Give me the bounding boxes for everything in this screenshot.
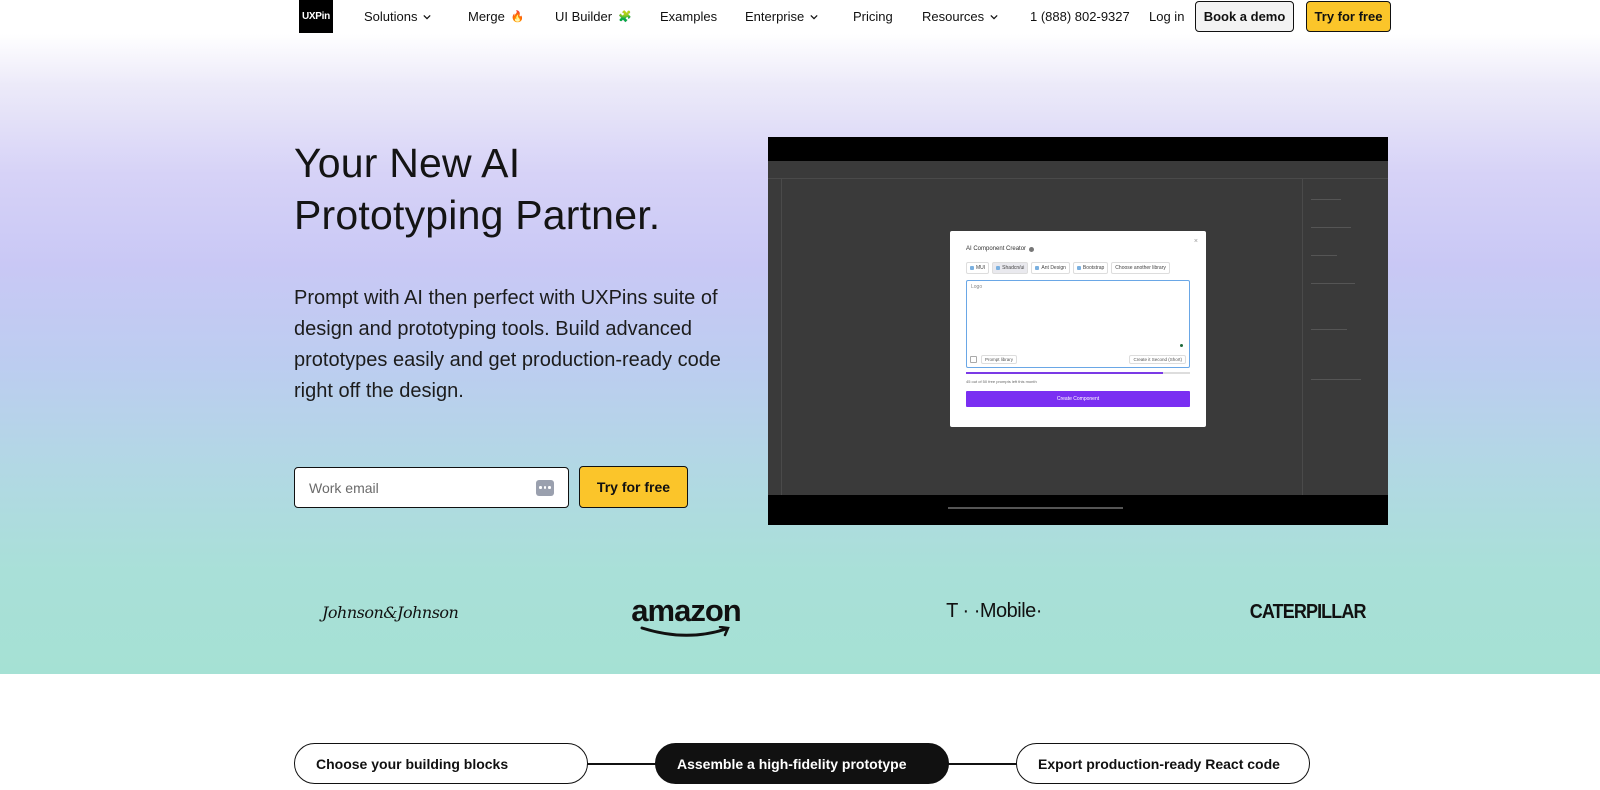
nav-pricing[interactable]: Pricing [853, 0, 893, 33]
book-demo-label: Book a demo [1203, 9, 1286, 24]
book-demo-button[interactable]: Book a demo [1195, 1, 1294, 32]
library-tab-other[interactable]: Choose another library [1111, 262, 1170, 274]
nav-ui-builder-label: UI Builder [555, 9, 613, 24]
editor-preview: × AI Component Creator MUI Shadcn/ui Ant… [768, 161, 1388, 509]
chevron-down-icon [990, 14, 998, 19]
library-tab-bootstrap[interactable]: Bootstrap [1072, 262, 1109, 274]
hero-description: Prompt with AI then perfect with UXPins … [294, 287, 721, 402]
nav-solutions[interactable]: Solutions [364, 0, 432, 33]
hero-title-line2: Prototyping Partner. [294, 192, 661, 238]
image-upload-icon[interactable] [970, 355, 977, 363]
hero-title: Your New AI Prototyping Partner. [294, 137, 754, 241]
work-email-input[interactable] [309, 479, 536, 496]
uxpin-logo[interactable]: UXPin [299, 0, 333, 33]
hero-try-free-label: Try for free [596, 479, 671, 495]
amazon-wordmark: amazon [631, 593, 741, 628]
library-tab-shadcn[interactable]: Shadcn/ui [992, 262, 1029, 274]
prompt-textarea[interactable]: Logo Prompt library Create it Second (Sh… [966, 280, 1190, 368]
library-icon [996, 266, 1001, 270]
work-email-field[interactable] [294, 467, 569, 508]
editor-right-panel [1302, 179, 1388, 495]
status-dot-icon [1180, 344, 1183, 347]
nav-merge[interactable]: Merge 🔥 [468, 0, 525, 33]
chevron-down-icon [810, 14, 818, 19]
library-tab-label: Ant Design [1041, 265, 1066, 271]
nav-resources-label: Resources [922, 9, 985, 24]
nav-phone-label: 1 (888) 802-9327 [1030, 9, 1130, 24]
chevron-down-icon [423, 14, 432, 19]
step-assemble-prototype[interactable]: Assemble a high-fidelity prototype [655, 743, 949, 784]
top-nav: UXPin Solutions Merge 🔥 UI Builder 🧩 Exa… [0, 0, 1600, 34]
amazon-logo: amazon [628, 593, 744, 642]
library-tabs: MUI Shadcn/ui Ant Design Bootstrap Choos… [966, 262, 1190, 274]
editor-left-panel [768, 179, 782, 495]
library-tab-label: Shadcn/ui [1002, 265, 1025, 271]
prompt-usage-text: 45 out of 50 free prompts left this mont… [966, 379, 1037, 384]
hero-try-free-button[interactable]: Try for free [579, 466, 688, 508]
prompt-library-button[interactable]: Prompt library [981, 354, 1018, 364]
help-icon[interactable] [1029, 246, 1035, 252]
video-progress-bar[interactable] [948, 507, 1123, 509]
nav-try-free-button[interactable]: Try for free [1306, 1, 1391, 32]
nav-examples-label: Examples [660, 9, 718, 24]
library-tab-label: MUI [976, 265, 986, 271]
library-tab-label: Choose another library [1115, 265, 1166, 271]
model-select[interactable]: Create it Second (Short) [1129, 354, 1186, 364]
nav-login-label: Log in [1149, 9, 1185, 24]
t-mobile-logo: T · ·Mobile· [946, 600, 1042, 622]
prompt-usage-fill [966, 372, 1164, 374]
fire-icon: 🔥 [510, 11, 525, 23]
library-icon [970, 266, 974, 270]
library-tab-mui[interactable]: MUI [966, 262, 990, 274]
prompt-usage-bar [966, 372, 1190, 374]
close-icon[interactable]: × [1194, 238, 1198, 245]
nav-enterprise-label: Enterprise [745, 9, 805, 24]
modal-title-text: AI Component Creator [966, 246, 1027, 252]
step-label: Export production-ready React code [1038, 755, 1280, 772]
puzzle-icon: 🧩 [618, 11, 632, 23]
prompt-footer: Prompt library Create it Second (Short) [970, 354, 1186, 364]
library-icon [1035, 266, 1040, 270]
nav-pricing-label: Pricing [853, 9, 893, 24]
editor-ruler [768, 161, 1388, 179]
step-export-react-code[interactable]: Export production-ready React code [1016, 743, 1310, 784]
ai-component-creator-modal: × AI Component Creator MUI Shadcn/ui Ant… [950, 231, 1206, 427]
create-component-button[interactable]: Create Component [966, 391, 1190, 407]
library-icon [1076, 266, 1081, 270]
caterpillar-logo: CATERPILLAR [1249, 601, 1367, 623]
step-label: Assemble a high-fidelity prototype [677, 755, 907, 772]
modal-title: AI Component Creator [966, 246, 1190, 252]
hero-section: Your New AI Prototyping Partner. Prompt … [0, 34, 1600, 674]
nav-login[interactable]: Log in [1149, 0, 1184, 33]
nav-solutions-label: Solutions [364, 9, 418, 24]
nav-resources[interactable]: Resources [922, 0, 998, 33]
library-tab-label: Bootstrap [1082, 265, 1105, 271]
johnson-and-johnson-logo: Johnson&Johnson [322, 603, 459, 622]
step-choose-building-blocks[interactable]: Choose your building blocks [294, 743, 588, 784]
nav-try-free-label: Try for free [1314, 9, 1383, 24]
library-tab-ant-design[interactable]: Ant Design [1031, 262, 1070, 274]
nav-enterprise[interactable]: Enterprise [745, 0, 818, 33]
hero-title-line1: Your New AI [294, 140, 521, 186]
nav-phone[interactable]: 1 (888) 802-9327 [1030, 0, 1130, 33]
product-demo-video[interactable]: × AI Component Creator MUI Shadcn/ui Ant… [768, 137, 1388, 525]
password-manager-icon[interactable] [536, 479, 554, 496]
step-label: Choose your building blocks [316, 755, 509, 772]
nav-merge-label: Merge [468, 9, 505, 24]
nav-ui-builder[interactable]: UI Builder 🧩 [555, 0, 632, 33]
amazon-smile-icon [640, 625, 730, 637]
nav-examples[interactable]: Examples [660, 0, 717, 33]
prompt-placeholder: Logo [971, 284, 983, 290]
logo-text: UXPin [302, 11, 330, 22]
